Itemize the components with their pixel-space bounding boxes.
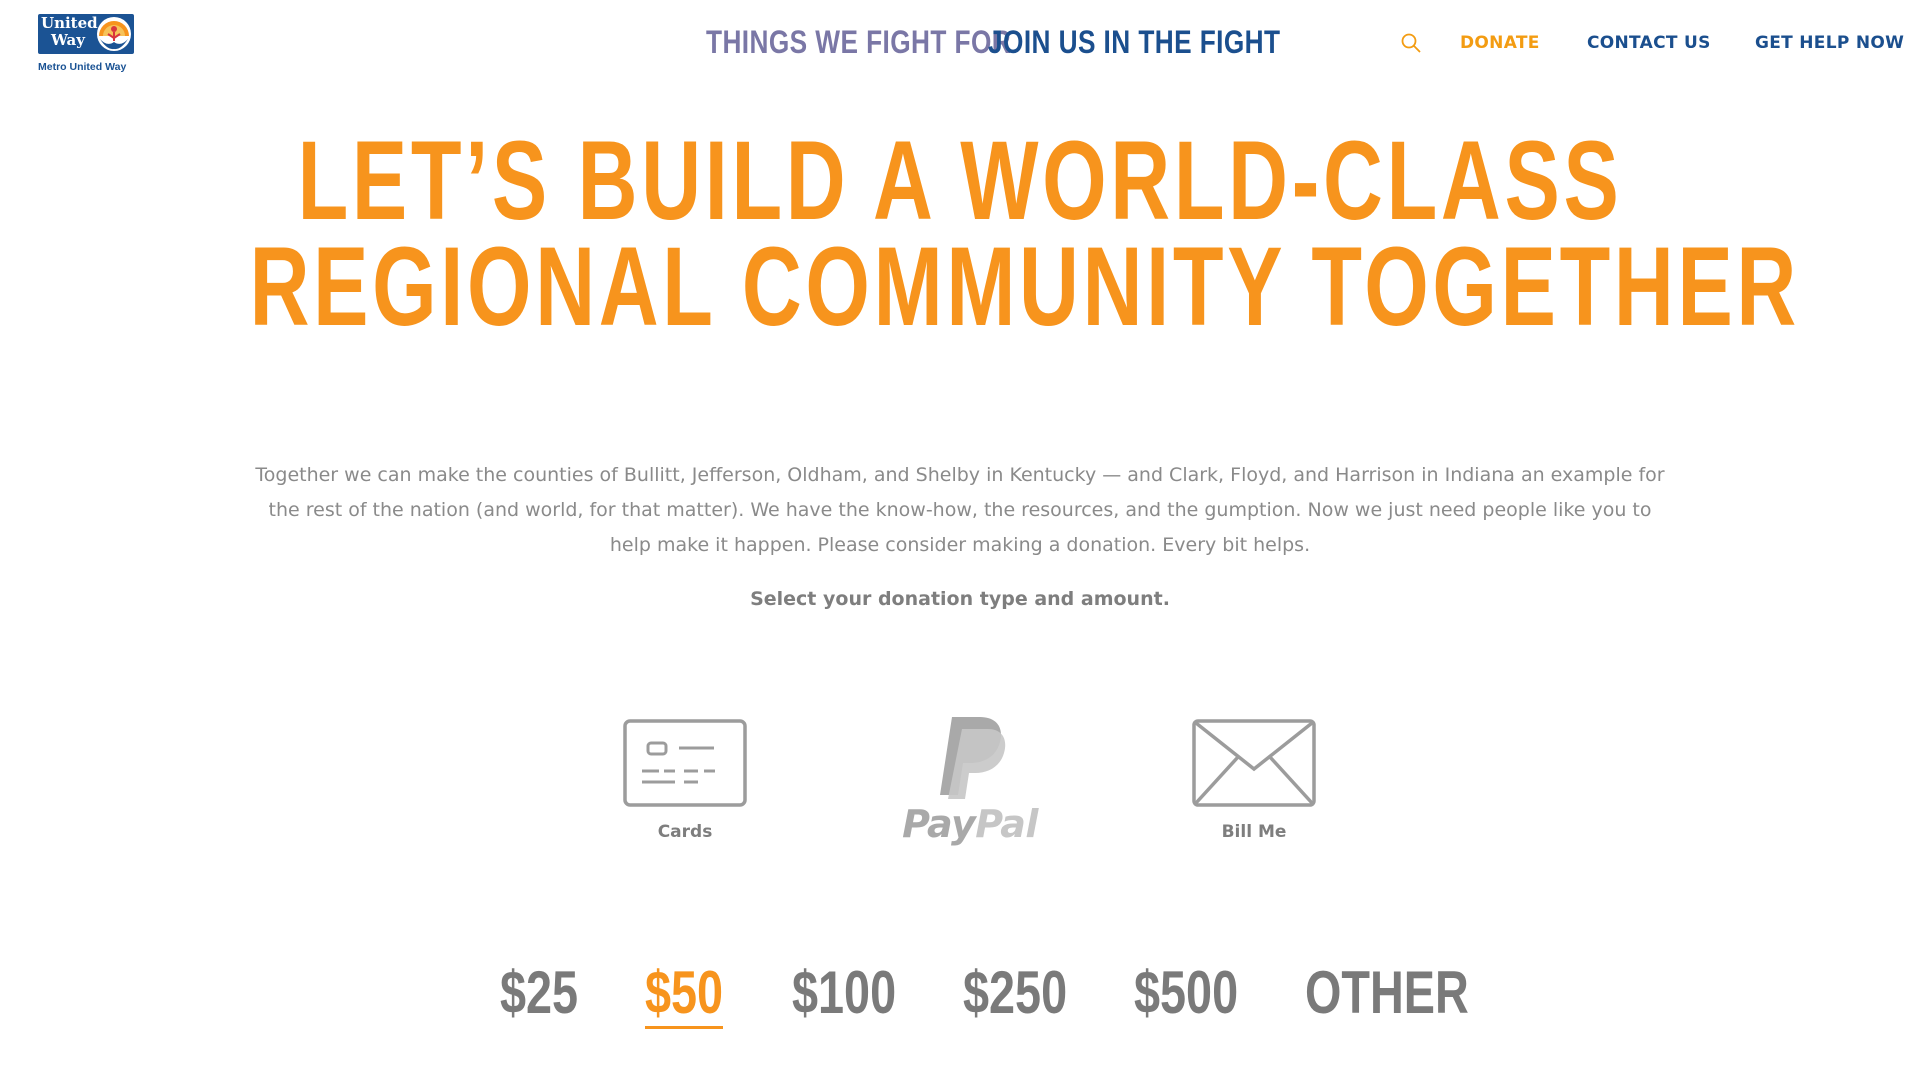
paypal-icon	[940, 717, 1006, 799]
nav-things-we-fight-for[interactable]: THINGS WE FIGHT FOR	[706, 22, 1011, 62]
paypal-wordmark: PayPal	[902, 802, 1038, 846]
intro-paragraph: Together we can make the counties of Bul…	[255, 464, 1665, 556]
united-way-logo[interactable]: United Way Metro United Way	[38, 14, 138, 78]
payment-option-cards-label: Cards	[657, 822, 713, 842]
search-icon[interactable]	[1400, 32, 1422, 54]
logo-badge: United Way	[38, 14, 134, 54]
payment-option-paypal[interactable]: PayPal	[880, 715, 1060, 855]
nav-donate-link[interactable]: DONATE	[1460, 32, 1540, 54]
amount-option-500[interactable]: $500	[1134, 960, 1238, 1026]
amount-option-25[interactable]: $25	[500, 960, 578, 1026]
page-headline: LET’S BUILD A WORLD-CLASS REGIONAL COMMU…	[249, 118, 1800, 349]
payment-option-bill-me[interactable]: Bill Me	[1164, 715, 1344, 855]
credit-card-icon	[623, 719, 747, 807]
payment-option-cards[interactable]: Cards	[595, 715, 775, 855]
logo-subtitle: Metro United Way	[38, 61, 127, 73]
amount-option-100[interactable]: $100	[792, 960, 896, 1026]
amount-option-50-selected[interactable]: $50	[645, 960, 724, 1029]
amount-option-other[interactable]: OTHER	[1305, 960, 1469, 1026]
logo-wordmark: United Way	[41, 14, 98, 49]
amount-option-250[interactable]: $250	[963, 960, 1067, 1026]
headline-line-1: LET’S BUILD A WORLD-CLASS	[297, 118, 1623, 243]
headline-line-2: REGIONAL COMMUNITY TOGETHER	[249, 224, 1800, 349]
envelope-icon	[1192, 719, 1316, 807]
payment-option-bill-me-label: Bill Me	[1221, 822, 1287, 842]
nav-get-help-now-link[interactable]: GET HELP NOW	[1755, 32, 1904, 54]
nav-contact-us-link[interactable]: CONTACT US	[1587, 32, 1711, 54]
donation-select-prompt: Select your donation type and amount.	[750, 588, 1170, 610]
united-way-emblem-icon	[97, 17, 131, 51]
nav-join-us-in-the-fight[interactable]: JOIN US IN THE FIGHT	[988, 22, 1280, 62]
donation-amount-options: $25 $50 $100 $250 $500 OTHER	[0, 960, 1920, 1030]
